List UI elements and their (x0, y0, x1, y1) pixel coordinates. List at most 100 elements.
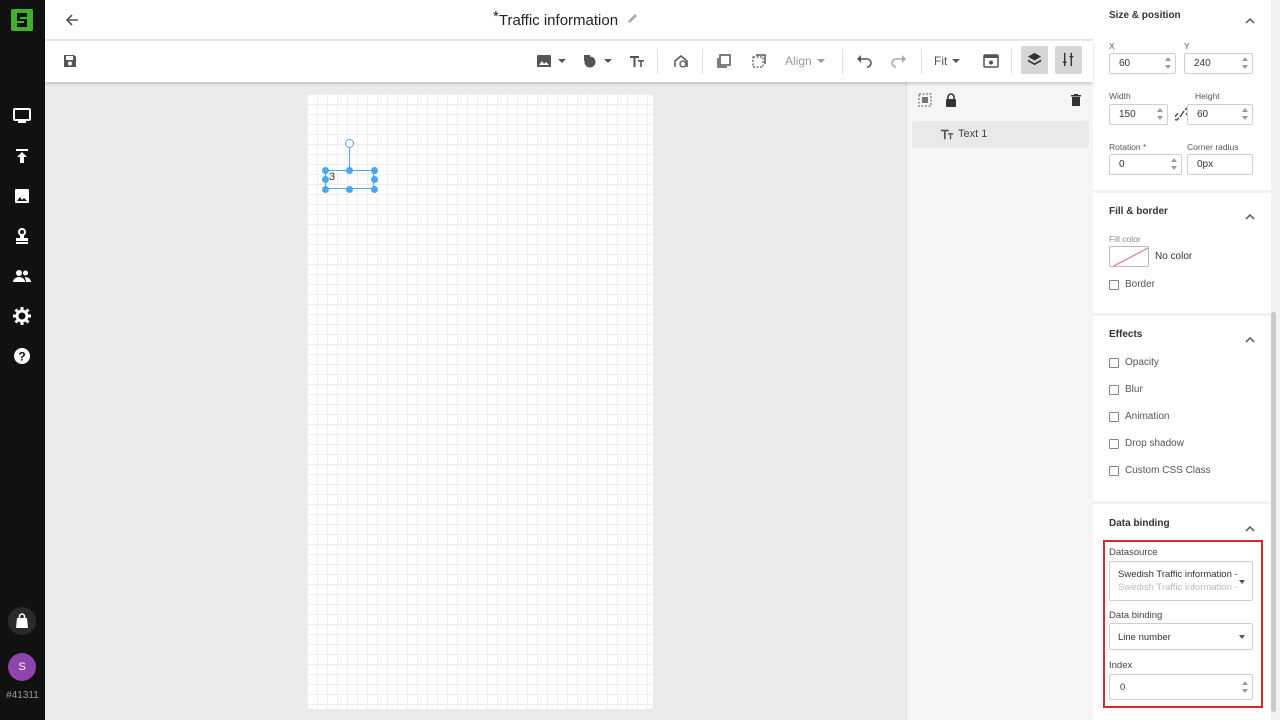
data-binding-value: Line number (1118, 632, 1171, 643)
stepper-arrows[interactable] (1171, 158, 1177, 171)
select-all-icon[interactable] (917, 92, 933, 108)
section-title[interactable]: Data binding (1109, 518, 1170, 529)
drop-shadow-checkbox[interactable] (1109, 439, 1119, 449)
pencil-icon[interactable] (626, 12, 638, 24)
lock-icon[interactable] (943, 92, 959, 108)
zoom-label: Fit (934, 54, 948, 68)
resize-handle[interactable] (371, 186, 378, 193)
avatar[interactable]: S (8, 653, 36, 681)
insert-shape-button[interactable] (581, 51, 612, 71)
chevron-down-icon (816, 59, 825, 63)
design-page[interactable]: 3 (307, 94, 653, 709)
gear-icon[interactable] (12, 306, 32, 326)
rotation-handle[interactable] (345, 139, 354, 148)
height-label: Height (1195, 91, 1220, 101)
rotation-label: Rotation * (1109, 142, 1147, 152)
chevron-down-icon (1239, 580, 1245, 584)
app-logo[interactable] (11, 9, 33, 31)
rotation-input[interactable]: 0 (1109, 154, 1182, 175)
redo-icon[interactable] (890, 51, 908, 71)
fill-color-swatch[interactable] (1109, 246, 1149, 267)
section-title[interactable]: Effects (1109, 329, 1142, 340)
preview-icon[interactable] (982, 51, 1000, 71)
stepper-arrows[interactable] (1242, 57, 1248, 70)
image-icon[interactable] (12, 186, 32, 206)
resize-handle[interactable] (371, 176, 378, 183)
toolbar-divider (1011, 49, 1012, 74)
custom-css-class-checkbox[interactable] (1109, 466, 1119, 476)
display-icon[interactable] (12, 106, 32, 126)
resize-handle[interactable] (322, 167, 329, 174)
resize-handle[interactable] (346, 186, 353, 193)
back-arrow-icon[interactable] (62, 10, 82, 30)
text-type-icon[interactable] (628, 51, 646, 71)
x-input[interactable]: 60 (1109, 53, 1176, 74)
align-label: Align (785, 54, 812, 68)
shopping-bag-icon[interactable] (8, 607, 36, 635)
insert-image-button[interactable] (535, 51, 566, 71)
corner-radius-input[interactable]: 0px (1187, 154, 1253, 175)
left-nav: ? S #41311 (0, 0, 45, 720)
index-input[interactable]: 0 (1109, 674, 1253, 700)
resize-handle[interactable] (322, 186, 329, 193)
users-icon[interactable] (12, 266, 32, 286)
properties-toggle-button[interactable] (1055, 46, 1082, 74)
layer-label: Text 1 (958, 128, 988, 140)
data-binding-select[interactable]: Line number (1109, 623, 1253, 650)
layers-toggle-button[interactable] (1021, 46, 1048, 74)
chevron-down-icon (604, 59, 612, 63)
chevron-down-icon (952, 59, 961, 63)
resize-handle[interactable] (322, 176, 329, 183)
effects-section: Effects Opacity Blur Animation Drop shad… (1093, 316, 1271, 501)
animation-label: Animation (1125, 411, 1170, 422)
resize-handle[interactable] (371, 167, 378, 174)
chevron-up-icon[interactable] (1245, 13, 1255, 24)
toolbar-divider (702, 49, 703, 74)
blur-checkbox[interactable] (1109, 385, 1119, 395)
delete-icon[interactable] (1068, 92, 1084, 108)
width-input[interactable]: 150 (1109, 104, 1168, 125)
text-type-icon (940, 129, 954, 140)
send-backward-icon[interactable] (750, 51, 768, 71)
bring-forward-icon[interactable] (715, 51, 733, 71)
index-label: Index (1109, 660, 1133, 671)
data-binding-section: Data binding Datasource Swedish Traffic … (1093, 504, 1271, 720)
y-input[interactable]: 240 (1184, 53, 1253, 74)
toolbar-divider (921, 49, 922, 74)
svg-text:?: ? (18, 350, 25, 364)
chevron-up-icon[interactable] (1245, 332, 1255, 343)
zoom-dropdown[interactable]: Fit (934, 51, 961, 71)
stepper-arrows[interactable] (1242, 108, 1248, 121)
publish-icon[interactable] (12, 146, 32, 166)
datasource-select[interactable]: Swedish Traffic information - Swedish Tr… (1109, 561, 1253, 601)
save-icon[interactable] (61, 51, 79, 71)
resize-handle[interactable] (346, 167, 353, 174)
align-dropdown[interactable]: Align (785, 51, 825, 71)
stepper-arrows[interactable] (1242, 681, 1248, 694)
x-label: X (1109, 41, 1115, 51)
opacity-checkbox[interactable] (1109, 358, 1119, 368)
chevron-down-icon (558, 59, 566, 63)
undo-icon[interactable] (855, 51, 873, 71)
border-label: Border (1125, 279, 1156, 290)
widget-icon[interactable] (672, 51, 690, 71)
document-title[interactable]: Traffic information (499, 12, 618, 29)
animation-checkbox[interactable] (1109, 412, 1119, 422)
properties-scrollbar[interactable] (1271, 312, 1276, 712)
stepper-arrows[interactable] (1165, 57, 1171, 70)
user-id: #41311 (6, 690, 39, 701)
section-title[interactable]: Fill & border (1109, 206, 1168, 217)
stepper-arrows[interactable] (1157, 108, 1163, 121)
section-title[interactable]: Size & position (1109, 10, 1181, 21)
element-text: 3 (329, 171, 336, 183)
stamp-icon[interactable] (12, 226, 32, 246)
border-checkbox[interactable] (1109, 280, 1119, 290)
layers-panel: Text 1 (906, 82, 1093, 720)
layer-item-text-1[interactable]: Text 1 (912, 121, 1089, 148)
chevron-up-icon[interactable] (1245, 521, 1255, 532)
height-input[interactable]: 60 (1187, 104, 1253, 125)
canvas-area[interactable]: 3 (45, 82, 906, 720)
help-icon[interactable]: ? (12, 346, 32, 366)
opacity-label: Opacity (1125, 357, 1159, 368)
chevron-up-icon[interactable] (1245, 209, 1255, 220)
